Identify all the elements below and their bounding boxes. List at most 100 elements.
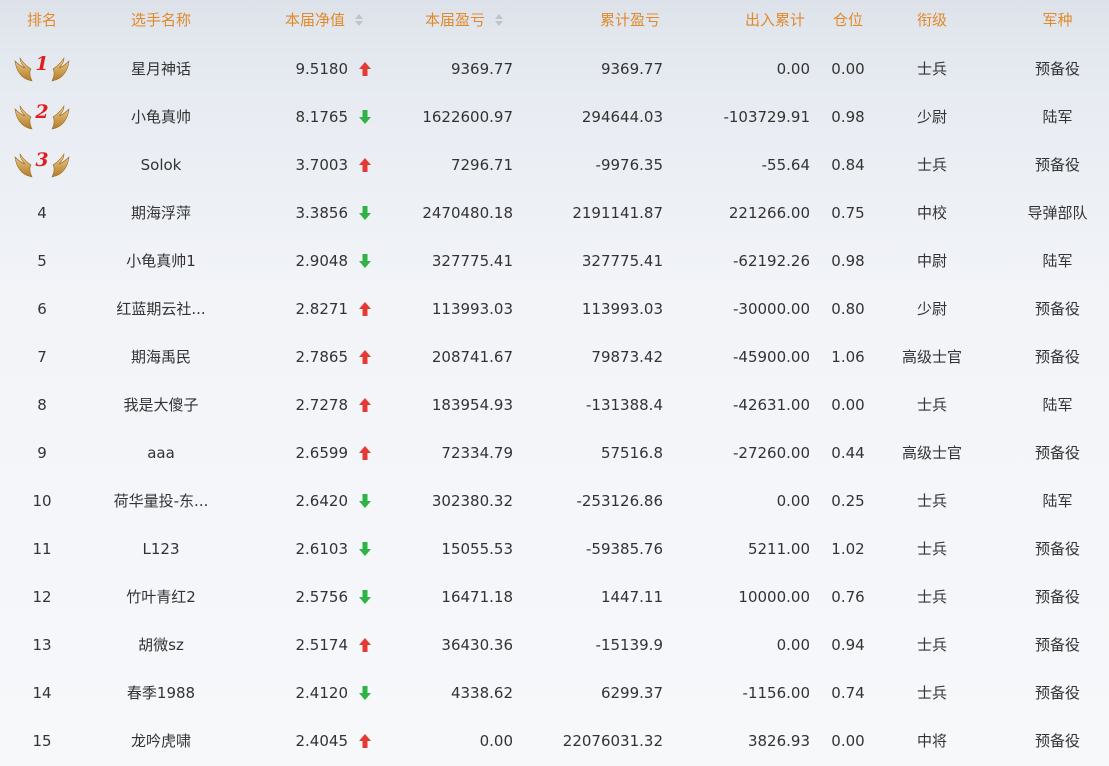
arrow-down-icon <box>359 590 371 604</box>
position-ratio: 0.44 <box>831 444 865 462</box>
cumulative-flow: 3826.93 <box>747 732 810 750</box>
service-branch: 预备役 <box>1034 300 1080 318</box>
table-row[interactable]: 7 期海禹民 2.7865 208741.67 79873.42 -45900.… <box>0 333 1109 381</box>
cumulative-pnl: 79873.42 <box>591 348 663 366</box>
rank-cell: 14 <box>32 684 52 702</box>
service-branch: 预备役 <box>1034 636 1080 654</box>
table-row[interactable]: 10 荷华量投-东... 2.6420 302380.32 -253126.86… <box>0 477 1109 525</box>
service-branch: 预备役 <box>1034 156 1080 174</box>
player-name[interactable]: 竹叶青红2 <box>100 573 222 621</box>
table-row[interactable]: 14 春季1988 2.4120 4338.62 6299.37 -1156.0… <box>0 669 1109 717</box>
table-row[interactable]: 15 龙吟虎啸 2.4045 0.00 22076031.32 3826.93 … <box>0 717 1109 765</box>
nav-value: 2.9048 <box>295 252 349 270</box>
table-row[interactable]: 4 期海浮萍 3.3856 2470480.18 2191141.87 2212… <box>0 189 1109 237</box>
cumulative-flow: 0.00 <box>776 636 810 654</box>
column-header-cum-pnl: 累计盈亏 <box>599 11 660 29</box>
nav-value: 2.7278 <box>295 396 349 414</box>
table-row[interactable]: 8 我是大傻子 2.7278 183954.93 -131388.4 -4263… <box>0 381 1109 429</box>
table-row[interactable]: 12 竹叶青红2 2.5756 16471.18 1447.11 10000.0… <box>0 573 1109 621</box>
rank-cell: 4 <box>37 204 47 222</box>
service-branch: 预备役 <box>1034 60 1080 78</box>
cumulative-pnl: -15139.9 <box>595 636 663 654</box>
arrow-up-icon <box>359 302 371 316</box>
player-name[interactable]: 期海浮萍 <box>100 189 222 237</box>
service-branch: 预备役 <box>1034 684 1080 702</box>
table-row[interactable]: 13 胡微sz 2.5174 36430.36 -15139.9 0.00 0.… <box>0 621 1109 669</box>
player-name[interactable]: 红蓝期云社... <box>100 285 222 333</box>
player-name[interactable]: 期海禹民 <box>100 333 222 381</box>
player-name[interactable]: 胡微sz <box>100 621 222 669</box>
table-row[interactable]: 6 红蓝期云社... 2.8271 113993.03 113993.03 -3… <box>0 285 1109 333</box>
service-branch: 预备役 <box>1034 540 1080 558</box>
service-branch: 陆军 <box>1042 108 1073 126</box>
rank-cell: 8 <box>37 396 47 414</box>
table-row[interactable]: 5 小龟真帅1 2.9048 327775.41 327775.41 -6219… <box>0 237 1109 285</box>
nav-value: 2.4045 <box>295 732 349 750</box>
position-ratio: 0.98 <box>831 252 865 270</box>
table-row[interactable]: 11 L123 2.6103 15055.53 -59385.76 5211.0… <box>0 525 1109 573</box>
player-name[interactable]: 小龟真帅1 <box>100 237 222 285</box>
table-row[interactable]: 2 2 小龟真帅 8.1765 1622600.97 294644.03 -10… <box>0 93 1109 141</box>
cumulative-pnl: -9976.35 <box>595 156 663 174</box>
arrow-up-icon <box>359 734 371 748</box>
arrow-down-icon <box>359 110 371 124</box>
player-name[interactable]: Solok <box>100 141 222 189</box>
sort-icon[interactable] <box>495 13 504 26</box>
rank-title: 士兵 <box>916 540 947 558</box>
arrow-down-icon <box>359 206 371 220</box>
rank-title: 士兵 <box>916 492 947 510</box>
player-name[interactable]: 龙吟虎啸 <box>100 717 222 765</box>
cumulative-flow: 221266.00 <box>728 204 810 222</box>
service-branch: 预备役 <box>1034 732 1080 750</box>
arrow-down-icon <box>359 494 371 508</box>
current-pnl: 1622600.97 <box>422 108 513 126</box>
current-pnl: 183954.93 <box>431 396 513 414</box>
nav-value: 2.6103 <box>295 540 349 558</box>
arrow-down-icon <box>359 542 371 556</box>
nav-value: 2.4120 <box>295 684 349 702</box>
player-name[interactable]: 小龟真帅 <box>100 93 222 141</box>
nav-value: 8.1765 <box>295 108 349 126</box>
position-ratio: 0.94 <box>831 636 865 654</box>
column-header-position: 仓位 <box>832 11 863 29</box>
table-row[interactable]: 1 1 星月神话 9.5180 9369.77 9369.77 0.00 0.0… <box>0 45 1109 93</box>
player-name[interactable]: 我是大傻子 <box>100 381 222 429</box>
cumulative-pnl: 327775.41 <box>581 252 663 270</box>
medal-rank-number: 1 <box>35 53 49 75</box>
rank-cell: 5 <box>37 252 47 270</box>
player-name[interactable]: 荷华量投-东... <box>100 477 222 525</box>
cumulative-flow: 5211.00 <box>747 540 810 558</box>
nav-value: 2.5174 <box>295 636 349 654</box>
table-row[interactable]: 3 3 Solok 3.7003 7296.71 -9976.35 -55.64… <box>0 141 1109 189</box>
player-name[interactable]: 星月神话 <box>100 45 222 93</box>
column-header-rank: 排名 <box>26 11 57 29</box>
cumulative-flow: -45900.00 <box>733 348 810 366</box>
column-header-nav-sortable[interactable]: 本届净值 <box>285 0 385 40</box>
rank-title: 士兵 <box>916 684 947 702</box>
arrow-up-icon <box>359 350 371 364</box>
position-ratio: 1.06 <box>831 348 865 366</box>
column-header-flow: 出入累计 <box>744 11 805 29</box>
position-ratio: 0.80 <box>831 300 865 318</box>
player-name[interactable]: aaa <box>100 429 222 477</box>
cumulative-pnl: 1447.11 <box>600 588 663 606</box>
player-name[interactable]: L123 <box>100 525 222 573</box>
rank-cell: 7 <box>37 348 47 366</box>
rank-title: 士兵 <box>916 156 947 174</box>
cumulative-pnl: -131388.4 <box>586 396 663 414</box>
column-header-pnl-sortable[interactable]: 本届盈亏 <box>425 0 525 40</box>
player-name[interactable]: 春季1988 <box>100 669 222 717</box>
current-pnl: 72334.79 <box>441 444 513 462</box>
arrow-up-icon <box>359 398 371 412</box>
nav-value: 2.6420 <box>295 492 349 510</box>
cumulative-flow: -62192.26 <box>733 252 810 270</box>
medal-rank-number: 3 <box>35 149 49 171</box>
rank-title: 少尉 <box>916 300 947 318</box>
cumulative-pnl: 113993.03 <box>581 300 663 318</box>
sort-icon[interactable] <box>355 13 364 26</box>
table-row[interactable]: 9 aaa 2.6599 72334.79 57516.8 -27260.00 … <box>0 429 1109 477</box>
arrow-down-icon <box>359 686 371 700</box>
current-pnl: 36430.36 <box>441 636 513 654</box>
current-pnl: 9369.77 <box>450 60 513 78</box>
nav-value: 3.7003 <box>295 156 349 174</box>
